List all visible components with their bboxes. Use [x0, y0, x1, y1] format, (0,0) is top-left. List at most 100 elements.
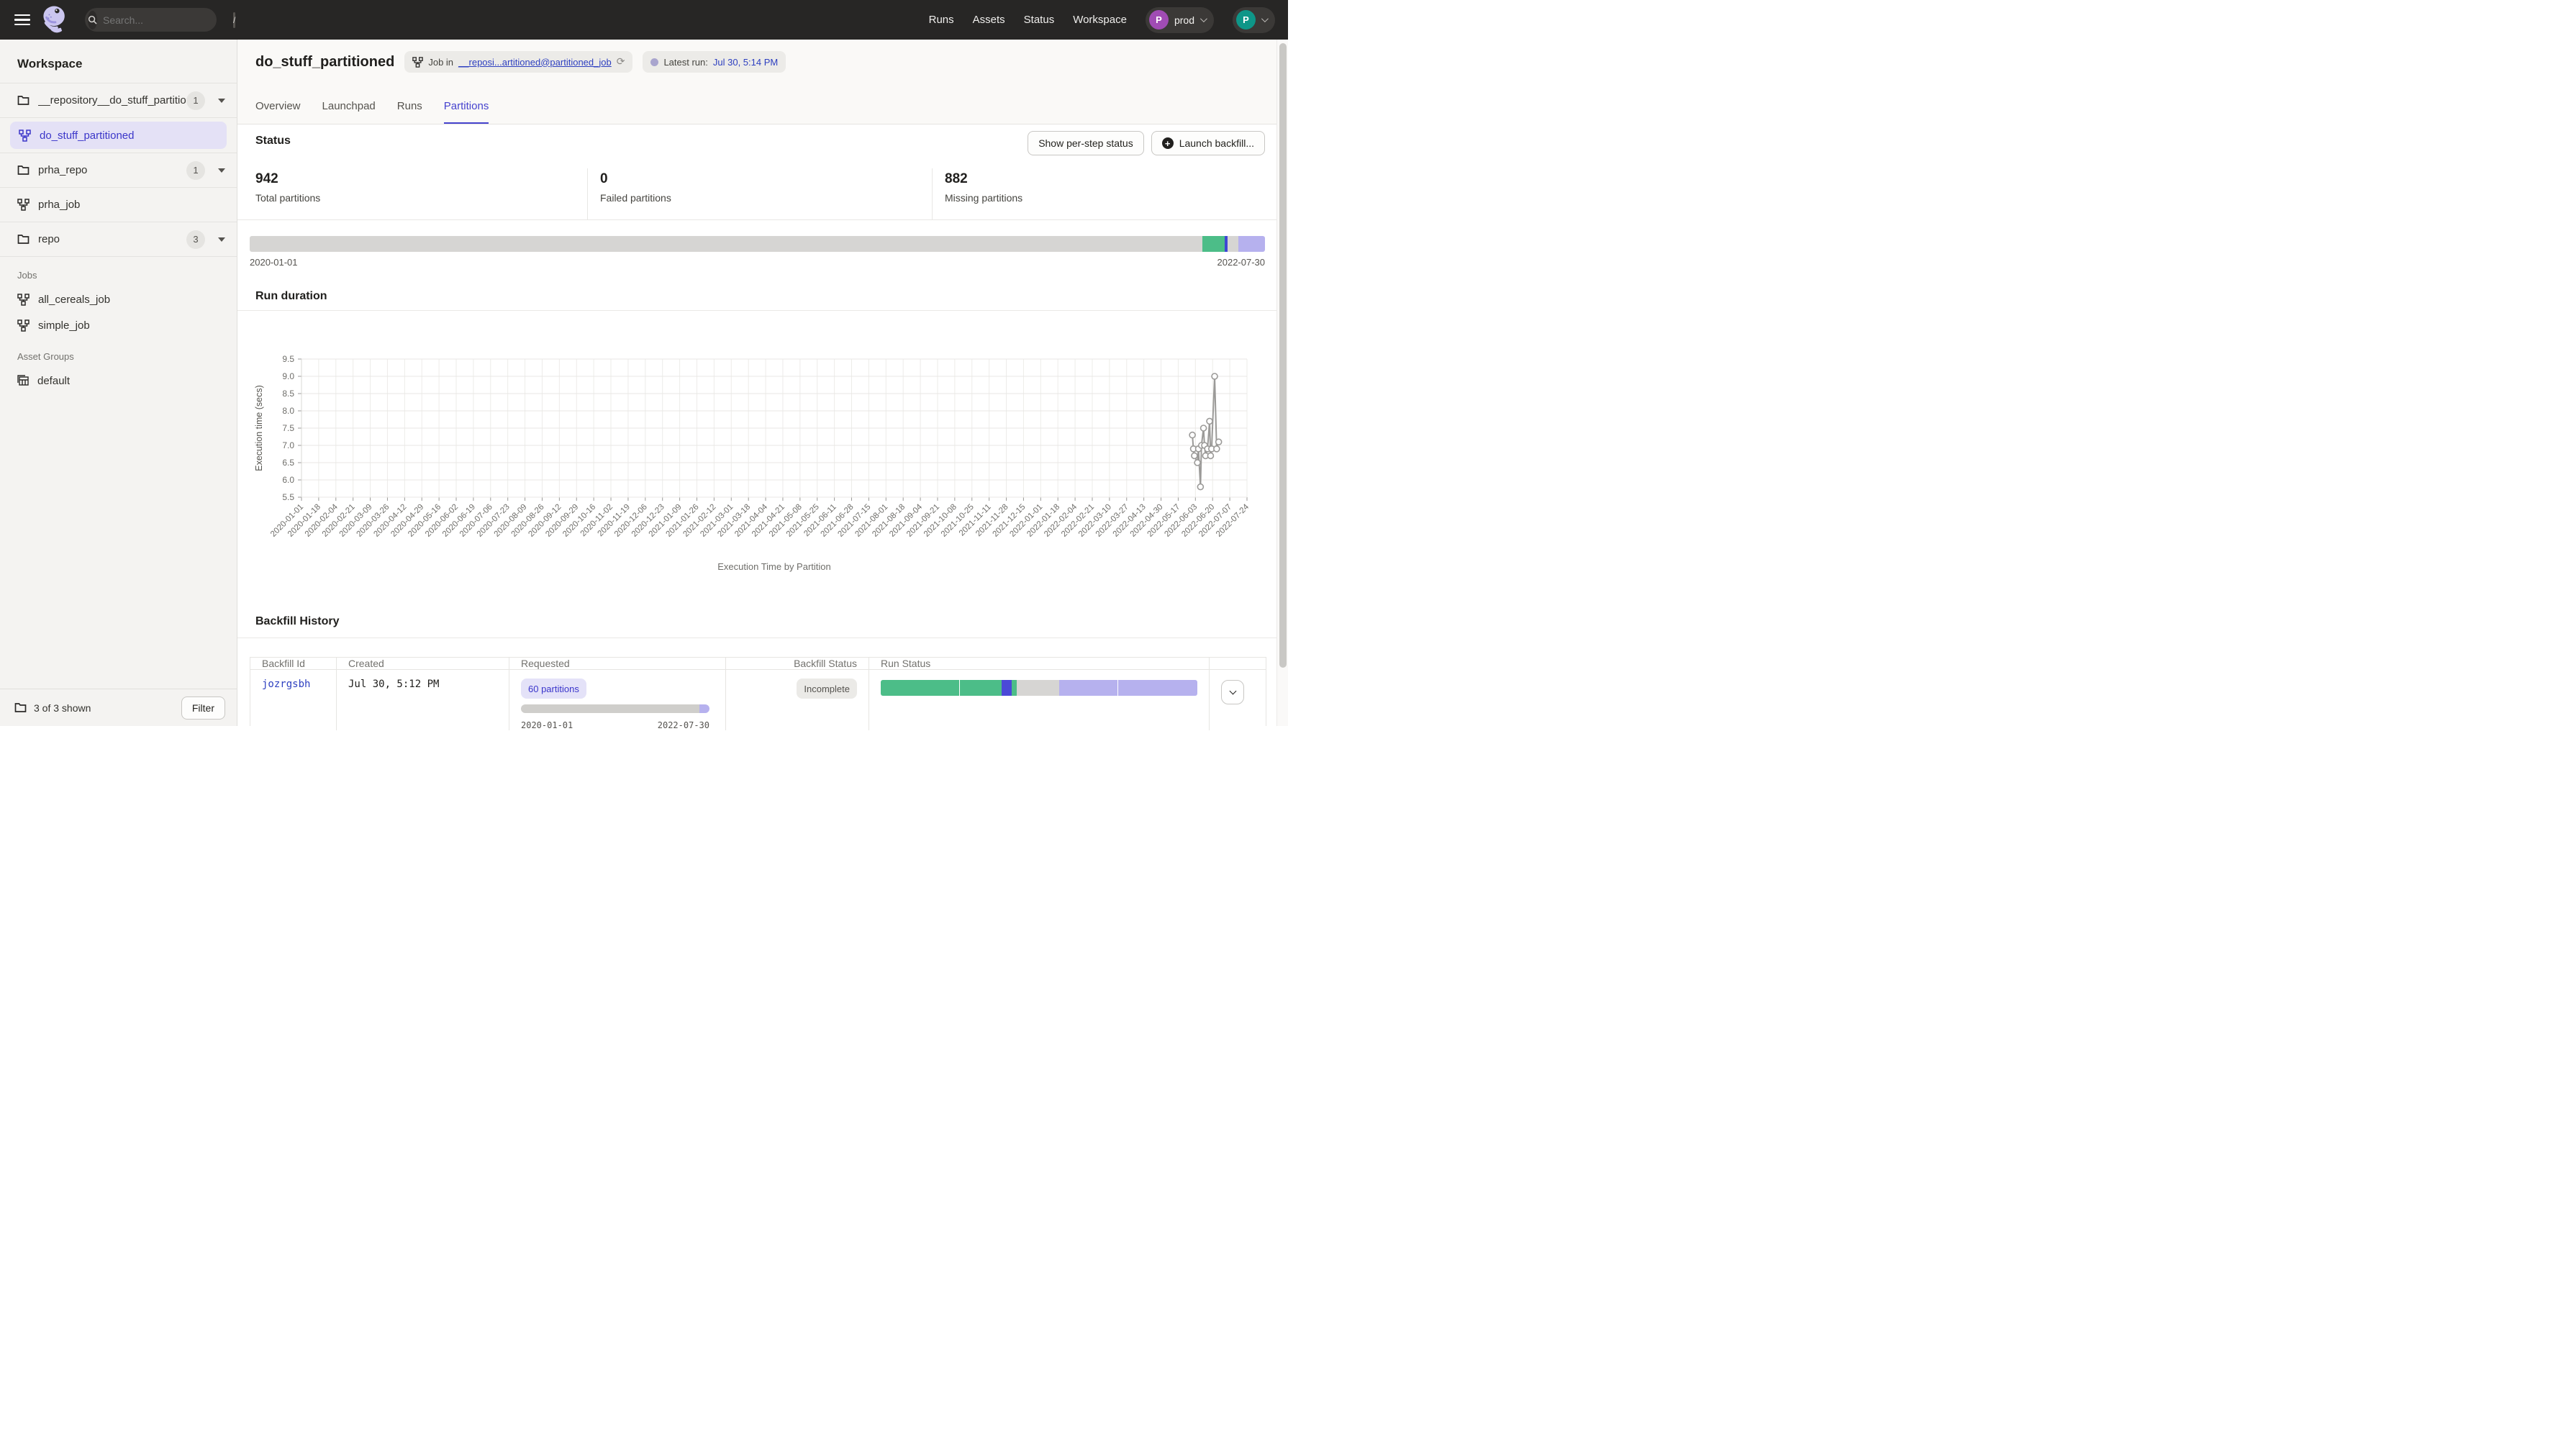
- job-origin-badge: Job in __reposi...artitioned@partitioned…: [404, 51, 632, 73]
- workspace-sidebar: Workspace __repository__do_stuff_partiti…: [0, 40, 237, 726]
- hamburger-menu-icon[interactable]: [14, 12, 30, 29]
- latest-run-link[interactable]: Jul 30, 5:14 PM: [713, 57, 778, 68]
- svg-text:Execution time (secs): Execution time (secs): [254, 385, 264, 471]
- stat-failed-partitions: 0Failed partitions: [587, 168, 932, 219]
- sidebar-item-simple-job[interactable]: simple_job: [0, 312, 237, 338]
- svg-text:9.5: 9.5: [282, 354, 294, 364]
- requested-range-bar: [521, 704, 709, 713]
- global-search[interactable]: /: [85, 8, 217, 32]
- page-scrollbar[interactable]: [1276, 40, 1288, 726]
- sidebar-item-repository-do-stuff[interactable]: __repository__do_stuff_partitio... 1: [0, 83, 237, 118]
- job-icon: [17, 199, 30, 211]
- sidebar-item-repo[interactable]: repo 3: [0, 222, 237, 257]
- backfill-history-table: Backfill Id Created Requested Backfill S…: [250, 657, 1266, 726]
- plus-circle-icon: +: [1162, 137, 1174, 149]
- expand-row-button[interactable]: [1221, 680, 1244, 704]
- main-content: do_stuff_partitioned Job in __reposi...a…: [237, 40, 1276, 726]
- col-requested: Requested: [509, 658, 725, 669]
- tab-partitions[interactable]: Partitions: [444, 100, 489, 124]
- repo-count-badge: 1: [186, 161, 205, 180]
- caret-down-icon[interactable]: [218, 237, 225, 242]
- search-shortcut-badge: /: [233, 12, 235, 28]
- caret-down-icon[interactable]: [218, 168, 225, 173]
- status-heading: Status: [255, 135, 291, 148]
- launch-backfill-button[interactable]: + Launch backfill...: [1151, 131, 1265, 155]
- partition-range-end: 2022-07-30: [1217, 257, 1266, 268]
- partition-stats: 942Total partitions 0Failed partitions 8…: [237, 168, 1276, 220]
- backfill-status-cell: Incomplete: [725, 670, 869, 730]
- svg-text:5.5: 5.5: [282, 492, 294, 502]
- latest-run-badge: Latest run: Jul 30, 5:14 PM: [643, 51, 786, 73]
- svg-text:Execution Time by Partition: Execution Time by Partition: [717, 561, 831, 572]
- tab-overview[interactable]: Overview: [255, 100, 301, 124]
- job-tabs: Overview Launchpad Runs Partitions: [255, 100, 489, 124]
- folder-icon: [14, 702, 27, 713]
- scrollbar-thumb[interactable]: [1279, 43, 1287, 668]
- repo-count-badge: 1: [186, 91, 205, 110]
- page-title: do_stuff_partitioned: [255, 54, 394, 71]
- tab-launchpad[interactable]: Launchpad: [322, 100, 376, 124]
- asset-group-icon: [17, 375, 29, 386]
- execution-time-chart[interactable]: 2020-01-012020-01-182020-02-042020-02-21…: [237, 317, 1266, 581]
- sidebar-item-default-asset-group[interactable]: default: [0, 368, 237, 394]
- sidebar-title: Workspace: [0, 40, 237, 83]
- sidebar-item-prha-repo[interactable]: prha_repo 1: [0, 153, 237, 188]
- partition-range-start: 2020-01-01: [250, 257, 298, 268]
- run-status-cell: [869, 670, 1209, 730]
- col-created: Created: [336, 658, 509, 669]
- backfill-requested-cell: 60 partitions 2020-01-01 2022-07-30: [509, 670, 725, 730]
- svg-text:7.0: 7.0: [282, 440, 294, 450]
- asset-groups-section-label: Asset Groups: [0, 338, 237, 368]
- nav-status[interactable]: Status: [1024, 14, 1055, 26]
- job-origin-link[interactable]: __reposi...artitioned@partitioned_job: [458, 57, 612, 68]
- show-per-step-status-button[interactable]: Show per-step status: [1028, 131, 1144, 155]
- job-icon: [17, 294, 30, 306]
- reload-icon[interactable]: ⟳: [617, 56, 625, 68]
- run-duration-heading: Run duration: [255, 290, 327, 303]
- chevron-down-icon: [1200, 15, 1207, 22]
- nav-workspace[interactable]: Workspace: [1073, 14, 1127, 26]
- job-header: do_stuff_partitioned Job in __reposi...a…: [237, 40, 1276, 124]
- col-backfill-id: Backfill Id: [250, 658, 336, 669]
- tab-runs[interactable]: Runs: [397, 100, 422, 124]
- folder-icon: [17, 165, 30, 176]
- backfill-id-link[interactable]: jozrgsbh: [250, 670, 336, 730]
- dagster-logo-icon[interactable]: [42, 6, 69, 35]
- chevron-down-icon: [1261, 15, 1269, 22]
- filter-button[interactable]: Filter: [181, 696, 225, 720]
- deployment-switcher[interactable]: P prod: [1146, 7, 1214, 33]
- sidebar-footer: 3 of 3 shown Filter: [0, 689, 237, 726]
- folder-icon: [17, 95, 30, 106]
- requested-partitions-badge[interactable]: 60 partitions: [521, 679, 586, 699]
- search-icon: [88, 11, 97, 30]
- job-icon: [412, 57, 423, 68]
- nav-runs[interactable]: Runs: [929, 14, 954, 26]
- partition-status-bar[interactable]: [250, 236, 1265, 252]
- sidebar-item-all-cereals-job[interactable]: all_cereals_job: [0, 286, 237, 312]
- row-actions-cell: [1209, 670, 1266, 730]
- search-input[interactable]: [103, 14, 233, 26]
- job-icon: [17, 319, 30, 332]
- user-menu[interactable]: P: [1233, 7, 1275, 33]
- stat-total-partitions: 942Total partitions: [237, 168, 587, 219]
- backfill-status-badge: Incomplete: [797, 679, 857, 699]
- nav-assets[interactable]: Assets: [973, 14, 1005, 26]
- top-nav: / Runs Assets Status Workspace P prod P: [0, 0, 1288, 40]
- caret-down-icon[interactable]: [218, 99, 225, 103]
- sidebar-item-do-stuff-partitioned[interactable]: do_stuff_partitioned: [10, 122, 227, 149]
- backfill-history-heading: Backfill History: [255, 615, 339, 628]
- svg-text:8.0: 8.0: [282, 406, 294, 416]
- svg-text:9.0: 9.0: [282, 371, 294, 381]
- col-actions: [1209, 658, 1266, 669]
- table-header-row: Backfill Id Created Requested Backfill S…: [250, 658, 1266, 670]
- stat-missing-partitions: 882Missing partitions: [932, 168, 1276, 219]
- col-backfill-status: Backfill Status: [725, 658, 869, 669]
- run-status-bar[interactable]: [881, 680, 1197, 696]
- user-avatar: P: [1236, 10, 1256, 30]
- sidebar-item-prha-job[interactable]: prha_job: [0, 188, 237, 222]
- chevron-down-icon: [1229, 688, 1236, 695]
- folder-icon: [17, 234, 30, 245]
- repo-count-badge: 3: [186, 230, 205, 249]
- svg-text:8.5: 8.5: [282, 389, 294, 399]
- backfill-created: Jul 30, 5:12 PM: [336, 670, 509, 730]
